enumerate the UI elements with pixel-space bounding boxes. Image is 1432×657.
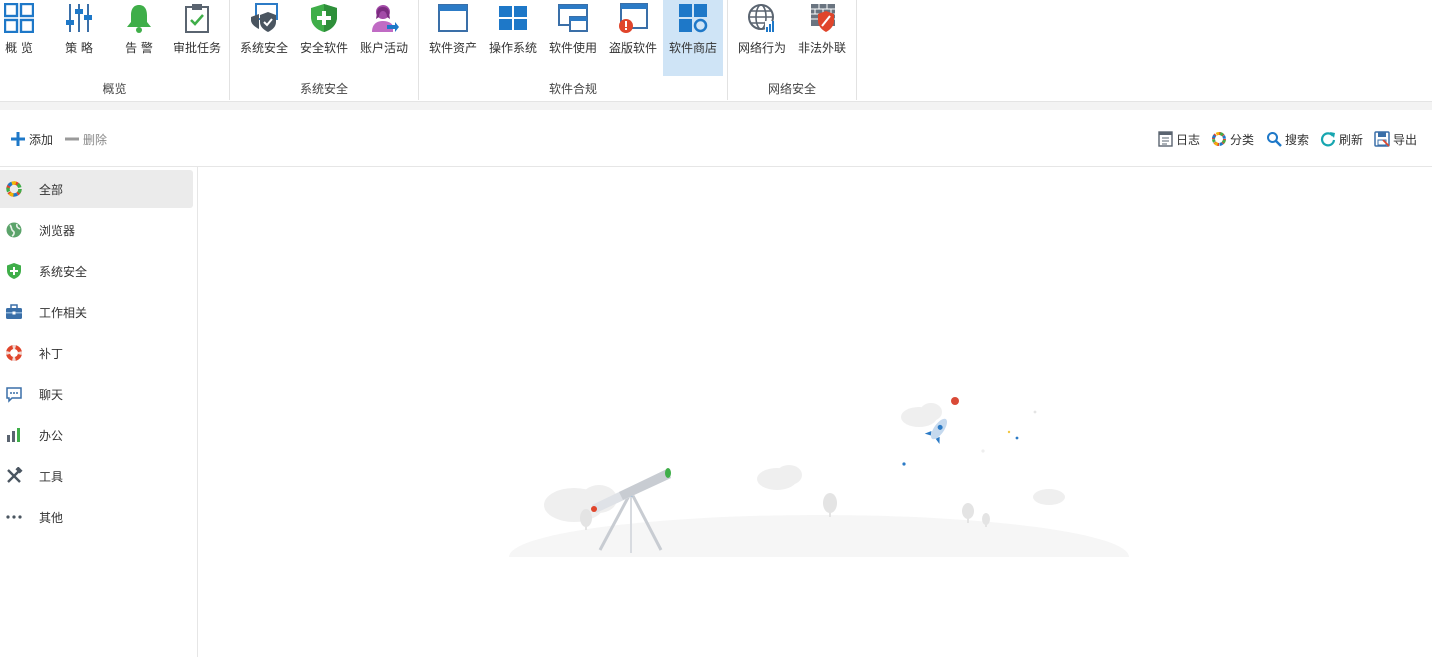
refresh-icon	[1320, 132, 1336, 147]
ribbon-group-label: 概览	[102, 82, 127, 96]
category-ring-icon	[1212, 132, 1226, 146]
sidebar-item-label: 全部	[39, 183, 64, 197]
export-button-label: 导出	[1393, 132, 1418, 147]
policy-button[interactable]: 策 略	[49, 0, 109, 76]
add-button-label: 添加	[29, 132, 54, 147]
lifebuoy-icon	[6, 345, 22, 361]
export-button[interactable]: 导出	[1374, 130, 1417, 148]
account-activity-button[interactable]: 账户活动	[354, 0, 414, 76]
sidebar-item-all[interactable]: 全部	[0, 170, 193, 208]
all-categories-icon	[6, 181, 22, 197]
approval-clipboard-icon	[185, 4, 209, 33]
network-behavior-globe-icon	[748, 4, 776, 32]
ribbon-separator	[0, 102, 1432, 110]
software-store-button-label: 软件商店	[668, 41, 717, 55]
minus-icon	[65, 137, 79, 141]
sidebar-item-label: 工具	[39, 470, 64, 484]
software-usage-button[interactable]: 软件使用	[543, 0, 603, 76]
delete-button-label: 删除	[83, 132, 108, 147]
alarm-button[interactable]: 告 警	[109, 0, 169, 76]
category-button-label: 分类	[1230, 132, 1255, 147]
log-icon	[1158, 131, 1173, 147]
illegal-outreach-button-label: 非法外联	[797, 41, 846, 55]
approval-task-button[interactable]: 审批任务	[167, 0, 227, 76]
ribbon-group-network-security: 网络行为 非法外联 网络安全	[728, 0, 857, 100]
sidebar-item-label: 补丁	[39, 347, 64, 361]
overview-button[interactable]: 概 览	[0, 0, 49, 76]
illegal-outreach-button[interactable]: 非法外联	[792, 0, 852, 76]
sidebar-item-label: 系统安全	[39, 265, 88, 279]
system-security-shield-icon	[7, 263, 21, 279]
category-sidebar: 全部 浏览器 系统安全 工作相关 补丁 聊天 办公 工具 其他	[0, 167, 198, 657]
software-usage-icon	[558, 4, 588, 32]
sidebar-item-label: 工作相关	[39, 306, 88, 320]
search-button-label: 搜索	[1285, 132, 1310, 147]
software-store-button[interactable]: 软件商店	[663, 0, 723, 76]
export-save-icon	[1374, 131, 1390, 147]
ribbon-group-label: 网络安全	[767, 82, 816, 96]
software-list-area	[199, 167, 1432, 657]
alarm-bell-icon	[127, 5, 151, 33]
sidebar-item-label: 浏览器	[39, 224, 76, 238]
sidebar-item-system-security[interactable]: 系统安全	[0, 252, 193, 290]
windows-os-icon	[499, 6, 527, 30]
security-software-button[interactable]: 安全软件	[294, 0, 354, 76]
sidebar-item-other[interactable]: 其他	[0, 498, 193, 536]
log-button[interactable]: 日志	[1158, 130, 1200, 148]
browser-globe-icon	[6, 222, 22, 238]
toolbar: 添加 删除 日志 分类 搜索 刷新 导出	[0, 110, 1432, 167]
ribbon-group-overview: 概 览 策 略 告 警 审批任务 概览	[0, 0, 230, 100]
empty-state-illustration	[499, 397, 1139, 587]
category-button[interactable]: 分类	[1211, 130, 1254, 148]
software-assets-icon	[438, 4, 468, 32]
system-security-button[interactable]: 系统安全	[234, 0, 294, 76]
sidebar-item-label: 其他	[39, 511, 64, 525]
sidebar-item-chat[interactable]: 聊天	[0, 375, 193, 413]
sidebar-item-browser[interactable]: 浏览器	[0, 211, 193, 249]
software-assets-button[interactable]: 软件资产	[423, 0, 483, 76]
ribbon: 概 览 策 略 告 警 审批任务 概览 系统安全 安全软件 账户活动 系统安全 …	[0, 0, 1432, 102]
chat-bubble-icon	[6, 387, 22, 403]
operating-system-button[interactable]: 操作系统	[483, 0, 543, 76]
ribbon-group-software-compliance: 软件资产 操作系统 软件使用 盗版软件 软件商店 软件合规	[419, 0, 728, 100]
office-chart-icon	[7, 428, 20, 442]
pirated-software-button[interactable]: 盗版软件	[603, 0, 663, 76]
account-activity-icon	[372, 5, 399, 32]
log-button-label: 日志	[1176, 132, 1201, 147]
delete-button[interactable]: 删除	[64, 130, 107, 148]
software-store-icon	[679, 4, 708, 33]
refresh-button[interactable]: 刷新	[1320, 130, 1363, 148]
account-activity-button-label: 账户活动	[359, 41, 408, 55]
add-button[interactable]: 添加	[10, 130, 53, 148]
ribbon-group-system-security: 系统安全 安全软件 账户活动 系统安全	[230, 0, 419, 100]
pirated-software-icon	[619, 3, 648, 33]
illegal-outreach-firewall-icon	[811, 4, 835, 32]
sidebar-item-tools[interactable]: 工具	[0, 457, 193, 495]
briefcase-icon	[6, 304, 22, 319]
refresh-button-label: 刷新	[1339, 132, 1364, 147]
sidebar-item-patch[interactable]: 补丁	[0, 334, 193, 372]
search-button[interactable]: 搜索	[1266, 130, 1309, 148]
ribbon-group-label: 系统安全	[299, 82, 348, 96]
network-behavior-button[interactable]: 网络行为	[732, 0, 792, 76]
approval-task-button-label: 审批任务	[172, 41, 221, 55]
tools-icon	[7, 467, 23, 483]
sidebar-item-office[interactable]: 办公	[0, 416, 193, 454]
search-icon	[1267, 132, 1282, 147]
sidebar-item-label: 办公	[39, 429, 64, 443]
security-software-shield-icon	[311, 4, 337, 32]
sidebar-item-label: 聊天	[39, 388, 64, 402]
more-dots-icon	[6, 515, 22, 519]
plus-icon	[11, 132, 25, 146]
sidebar-item-work[interactable]: 工作相关	[0, 293, 193, 331]
policy-sliders-icon	[66, 4, 92, 32]
system-security-icon	[251, 3, 278, 32]
overview-grid-icon	[4, 3, 34, 33]
ribbon-group-label: 软件合规	[548, 82, 597, 96]
